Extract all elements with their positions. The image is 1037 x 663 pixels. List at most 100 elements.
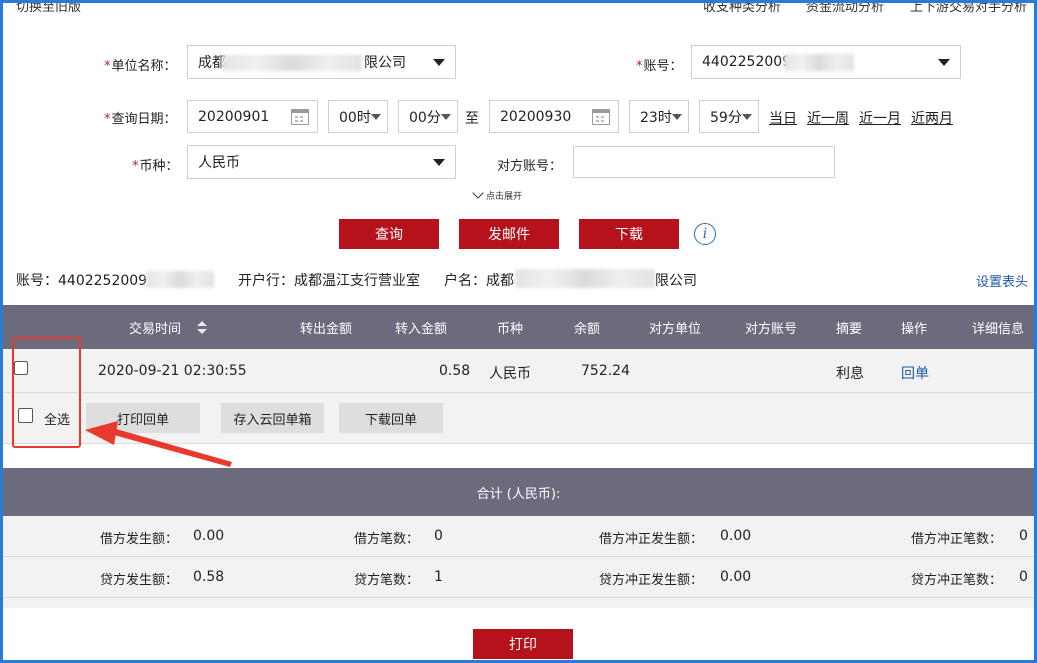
debit-amount-value: 0.00: [193, 528, 225, 544]
income-analysis-link[interactable]: 收支种类分析: [703, 0, 781, 15]
account-label: *账号：: [636, 59, 683, 74]
chevron-down-icon: [441, 113, 451, 120]
end-hour-select[interactable]: 23时: [629, 100, 689, 133]
calendar-icon[interactable]: [291, 108, 309, 125]
col-counter-unit: 对方单位: [649, 322, 702, 337]
col-details: 详细信息: [972, 322, 1025, 337]
redaction: [222, 55, 362, 71]
chevron-down-icon: [371, 113, 381, 120]
start-minute-value: 00分: [409, 109, 441, 126]
summary-credit-row: 贷方发生额： 0.58 贷方笔数： 1 贷方冲正发生额： 0.00 贷方冲正笔数…: [3, 557, 1034, 598]
credit-reversal-count-label: 贷方冲正笔数：: [911, 573, 1003, 588]
end-hour-value: 23时: [640, 109, 672, 126]
debit-count-label: 借方笔数：: [354, 532, 420, 547]
end-date-value: 20200930: [500, 108, 572, 125]
unit-name-label: *单位名称：: [104, 59, 177, 74]
redaction: [146, 271, 214, 288]
bank-branch-text: 开户行：成都温江支行营业室: [238, 273, 420, 289]
debit-reversal-count-value: 0: [1019, 528, 1028, 544]
credit-count-label: 贷方笔数：: [354, 573, 420, 588]
debit-amount-label: 借方发生额：: [100, 532, 179, 547]
account-holder-end-text: 限公司: [655, 273, 697, 289]
calendar-icon[interactable]: [592, 108, 610, 125]
counterparty-analysis-link[interactable]: 上下游交易对手分析: [910, 0, 1027, 15]
credit-amount-value: 0.58: [193, 569, 225, 585]
cell-currency: 人民币: [489, 366, 531, 382]
col-balance: 余额: [574, 322, 601, 337]
start-hour-value: 00时: [339, 109, 371, 126]
debit-count-value: 0: [434, 528, 443, 544]
credit-reversal-amount-label: 贷方冲正发生额：: [599, 573, 704, 588]
col-counter-account: 对方账号: [745, 322, 798, 337]
counter-account-input[interactable]: [573, 146, 835, 178]
receipt-link[interactable]: 回单: [901, 363, 929, 383]
debit-reversal-amount-label: 借方冲正发生额：: [599, 532, 704, 547]
chevron-down-icon: [433, 59, 445, 66]
currency-value: 人民币: [198, 155, 240, 171]
account-select[interactable]: 4402252009: [691, 45, 961, 79]
cell-summary: 利息: [836, 366, 864, 382]
switch-old-version-link[interactable]: 切换至旧版: [16, 0, 81, 15]
col-operation: 操作: [901, 322, 928, 337]
chevron-down-icon: [433, 159, 445, 166]
end-minute-value: 59分: [710, 109, 742, 126]
info-icon[interactable]: i: [694, 223, 716, 245]
date-range-separator: 至: [465, 111, 479, 127]
fund-flow-link[interactable]: 资金流动分析: [806, 0, 884, 15]
start-hour-select[interactable]: 00时: [328, 100, 388, 133]
highlight-box: [12, 337, 81, 448]
set-table-header-link[interactable]: 设置表头: [976, 271, 1028, 290]
start-minute-select[interactable]: 00分: [398, 100, 458, 133]
debit-reversal-count-label: 借方冲正笔数：: [911, 532, 1003, 547]
cell-time: 2020-09-21 02:30:55: [98, 363, 247, 379]
unit-name-value-end: 限公司: [364, 55, 406, 71]
counter-account-label: 对方账号：: [497, 159, 563, 174]
col-debit-amount: 转出金额: [300, 322, 353, 337]
col-summary: 摘要: [836, 322, 863, 337]
start-date-input[interactable]: 20200901: [187, 100, 318, 133]
quick-last-month[interactable]: 近一月: [859, 108, 901, 128]
print-button[interactable]: 打印: [473, 629, 573, 659]
redaction: [784, 54, 854, 71]
query-date-label: *查询日期：: [104, 112, 177, 127]
quick-today[interactable]: 当日: [769, 108, 797, 128]
expand-label: 点击展开: [486, 192, 523, 202]
credit-reversal-amount-value: 0.00: [720, 569, 752, 585]
summary-header: 合计 (人民币):: [3, 468, 1034, 516]
download-button[interactable]: 下载: [579, 219, 679, 249]
sort-icon[interactable]: [197, 321, 207, 335]
quick-last-two-months[interactable]: 近两月: [911, 108, 953, 128]
cell-credit: 0.58: [439, 363, 471, 379]
summary-spacer: [3, 598, 1034, 608]
col-currency: 币种: [497, 322, 524, 337]
credit-count-value: 1: [434, 569, 443, 585]
currency-select[interactable]: 人民币: [187, 145, 456, 179]
col-transaction-time[interactable]: 交易时间: [129, 318, 181, 337]
cell-balance: 752.24: [581, 363, 630, 379]
col-credit-amount: 转入金额: [395, 322, 448, 337]
chevron-down-icon: [472, 187, 484, 199]
redaction: [515, 269, 655, 288]
summary-debit-row: 借方发生额： 0.00 借方笔数： 0 借方冲正发生额： 0.00 借方冲正笔数…: [3, 516, 1034, 557]
credit-amount-label: 贷方发生额：: [100, 573, 179, 588]
chevron-down-icon: [938, 59, 950, 66]
annotation-arrow: [85, 421, 232, 467]
quick-last-week[interactable]: 近一周: [807, 108, 849, 128]
chevron-down-icon: [672, 113, 682, 120]
table-header: 交易时间 转出金额 转入金额 币种 余额 对方单位 对方账号 摘要 操作 详细信…: [3, 305, 1034, 349]
account-number-text: 账号：44022520091: [16, 273, 156, 289]
debit-reversal-amount-value: 0.00: [720, 528, 752, 544]
end-date-input[interactable]: 20200930: [489, 100, 619, 133]
expand-toggle[interactable]: 点击展开: [472, 187, 523, 202]
download-receipt-button[interactable]: 下载回单: [339, 403, 443, 433]
account-value: 4402252009: [702, 54, 792, 70]
chevron-down-icon: [742, 113, 752, 120]
send-email-button[interactable]: 发邮件: [459, 219, 559, 249]
table-row: 2020-09-21 02:30:55 0.58 人民币 752.24 利息 回…: [3, 349, 1034, 393]
credit-reversal-count-value: 0: [1019, 569, 1028, 585]
currency-label: *币种：: [132, 159, 179, 174]
unit-name-select[interactable]: 成都 限公司: [187, 45, 456, 79]
query-button[interactable]: 查询: [339, 219, 439, 249]
end-minute-select[interactable]: 59分: [699, 100, 759, 133]
start-date-value: 20200901: [198, 108, 270, 125]
